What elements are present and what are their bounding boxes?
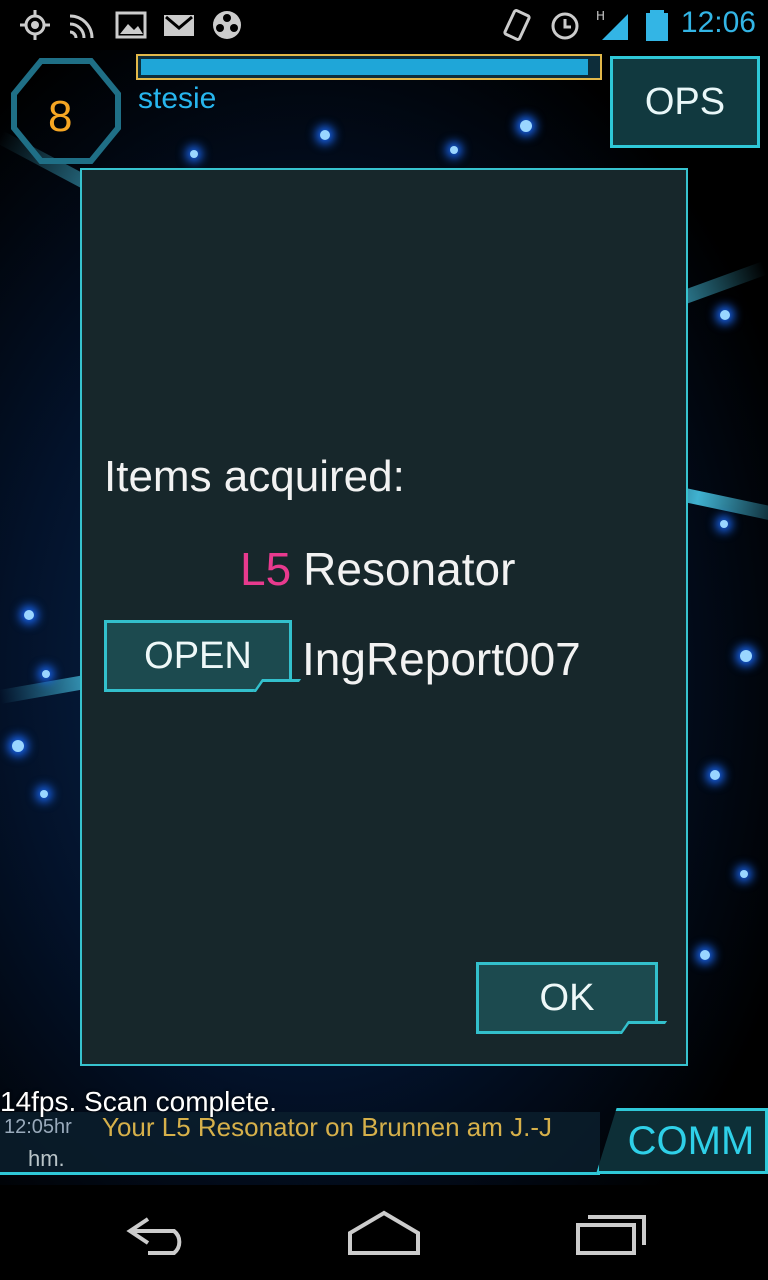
item-name: Resonator xyxy=(303,543,516,595)
alarm-icon xyxy=(551,12,579,40)
xm-particle xyxy=(450,146,458,154)
nav-bar xyxy=(0,1185,768,1280)
svg-text:H: H xyxy=(596,9,605,23)
vibrate-icon xyxy=(503,8,531,42)
comm-time: 12:05hr xyxy=(4,1116,72,1138)
xm-particle xyxy=(320,130,330,140)
signal-hspa-icon: H xyxy=(596,9,628,40)
xm-particle xyxy=(40,790,48,798)
back-icon[interactable] xyxy=(118,1207,198,1257)
comm-ticker[interactable]: 12:05hr Your L5 Resonator on Brunnen am … xyxy=(0,1112,600,1175)
comm-message-cont: hm. xyxy=(28,1146,65,1171)
wireless-icon xyxy=(69,14,94,39)
status-time: 12:06 xyxy=(680,6,756,39)
agent-name: stesie xyxy=(138,82,217,115)
media-icon xyxy=(213,11,241,39)
acquired-item: L5 Resonator xyxy=(240,542,515,596)
xm-particle xyxy=(24,610,34,620)
xm-particle xyxy=(190,150,198,158)
xm-particle xyxy=(700,950,710,960)
xm-particle xyxy=(710,770,720,780)
gallery-icon xyxy=(115,11,147,39)
xm-particle xyxy=(740,870,748,878)
dialog-title: Items acquired: xyxy=(104,452,405,501)
xm-particle xyxy=(720,310,730,320)
ok-button[interactable]: OK xyxy=(476,962,658,1034)
agent-level: 8 xyxy=(48,92,73,141)
xm-particle xyxy=(520,120,532,132)
status-bar: H 12:06 xyxy=(0,0,768,50)
xm-particle xyxy=(12,740,24,752)
recents-icon[interactable] xyxy=(570,1207,650,1257)
xp-bar xyxy=(136,54,602,80)
gmail-icon xyxy=(164,15,194,36)
items-acquired-dialog: Items acquired: L5 Resonator OPEN IngRepo… xyxy=(80,168,688,1066)
item-level: L5 xyxy=(240,543,292,595)
open-button[interactable]: OPEN xyxy=(104,620,292,692)
xm-particle xyxy=(42,670,50,678)
gps-icon xyxy=(20,10,50,40)
home-icon[interactable] xyxy=(344,1207,424,1257)
battery-icon xyxy=(646,10,668,41)
scan-status: 14fps. Scan complete. xyxy=(0,1086,278,1117)
xm-particle xyxy=(720,520,728,528)
xm-particle xyxy=(740,650,752,662)
xp-bar-fill xyxy=(141,59,588,75)
ops-button[interactable]: OPS xyxy=(610,56,760,148)
comm-button[interactable]: COMM xyxy=(596,1108,768,1174)
report-name: IngReport007 xyxy=(302,633,581,685)
